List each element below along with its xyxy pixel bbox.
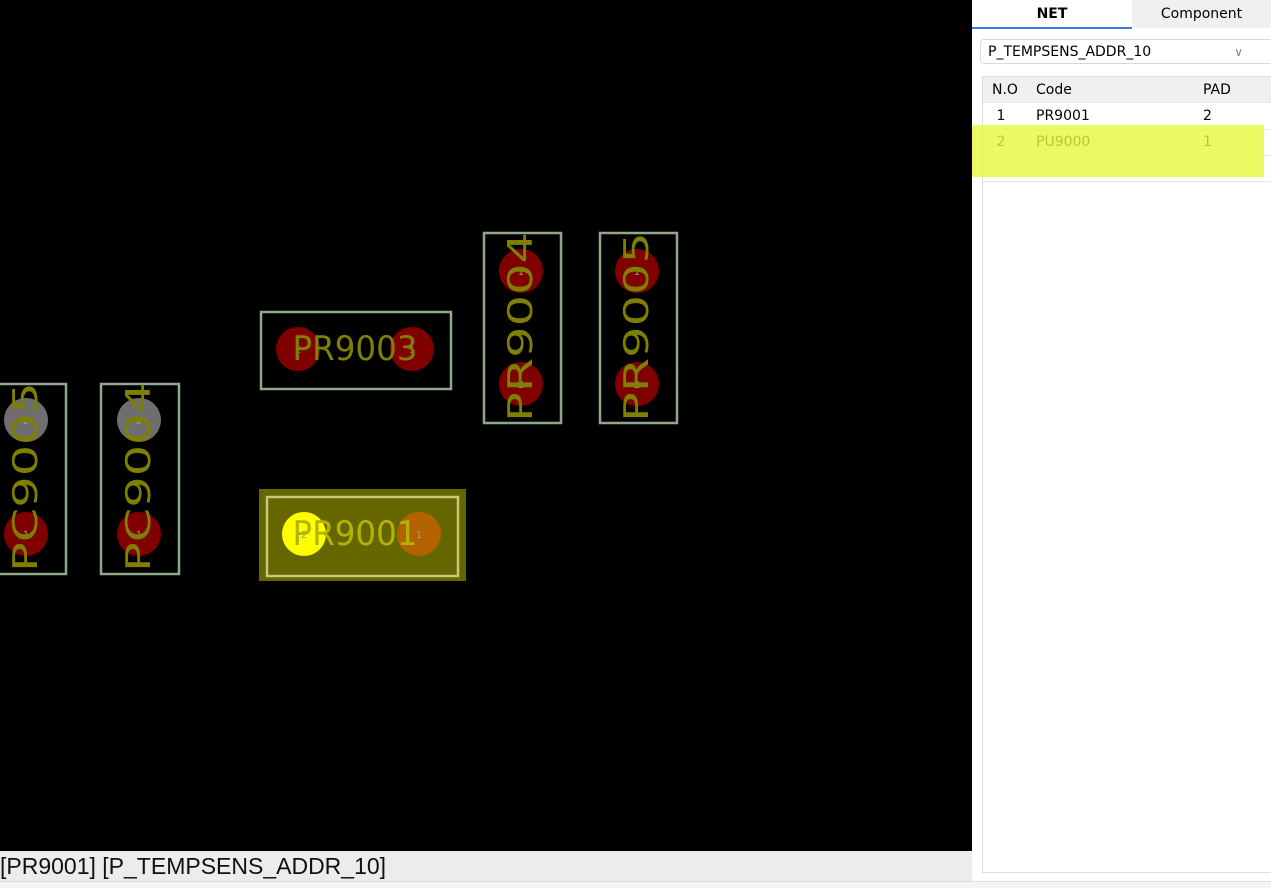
row-no: 1 bbox=[996, 108, 1006, 124]
tab-net[interactable]: NET bbox=[972, 0, 1132, 29]
component-label: PR9004 bbox=[501, 232, 541, 422]
tab-component[interactable]: Component bbox=[1132, 0, 1271, 28]
row-no: 2 bbox=[996, 134, 1006, 150]
row-code: PU9000 bbox=[1036, 134, 1091, 150]
header-code[interactable]: Code bbox=[1036, 77, 1072, 103]
row-pad: 1 bbox=[1203, 134, 1212, 150]
net-panel: NET Component P_TEMPSENS_ADDR_10 ∨ N.O C… bbox=[972, 0, 1271, 881]
header-no[interactable]: N.O bbox=[992, 77, 1020, 103]
pcb-canvas[interactable]: 2 1 PC9005 2 1 PC9004 2 1 PR9003 1 2 PR9004 1 2 PR9005… bbox=[0, 0, 972, 851]
component-label: PR9001 bbox=[293, 514, 418, 554]
net-select-value: P_TEMPSENS_ADDR_10 bbox=[988, 44, 1152, 60]
component-label: PC9005 bbox=[6, 382, 46, 572]
component-label: PC9004 bbox=[119, 382, 159, 572]
status-text: [PR9001] [P_TEMPSENS_ADDR_10] bbox=[0, 853, 387, 879]
row-pad: 2 bbox=[1203, 108, 1212, 124]
pcb-board[interactable]: 21PC900521PC90042 1PR900312PR900412PR9005… bbox=[0, 0, 972, 851]
table-header: N.O Code PAD bbox=[983, 77, 1271, 103]
status-bar: [PR9001] [P_TEMPSENS_ADDR_10] bbox=[0, 851, 972, 881]
component-label: PR9003 bbox=[293, 329, 418, 369]
header-pad[interactable]: PAD bbox=[1203, 77, 1231, 103]
component-label: PR9005 bbox=[617, 232, 657, 422]
table-row[interactable]: 2 PU9000 1 bbox=[983, 129, 1271, 156]
net-table: N.O Code PAD 1 PR9001 2 2 PU9000 1 bbox=[982, 76, 1271, 873]
net-select[interactable]: P_TEMPSENS_ADDR_10 ∨ bbox=[980, 39, 1271, 64]
row-code: PR9001 bbox=[1036, 108, 1090, 124]
table-row[interactable]: 1 PR9001 2 bbox=[983, 103, 1271, 130]
chevron-down-icon: ∨ bbox=[1234, 45, 1243, 59]
table-row-empty bbox=[983, 155, 1271, 182]
